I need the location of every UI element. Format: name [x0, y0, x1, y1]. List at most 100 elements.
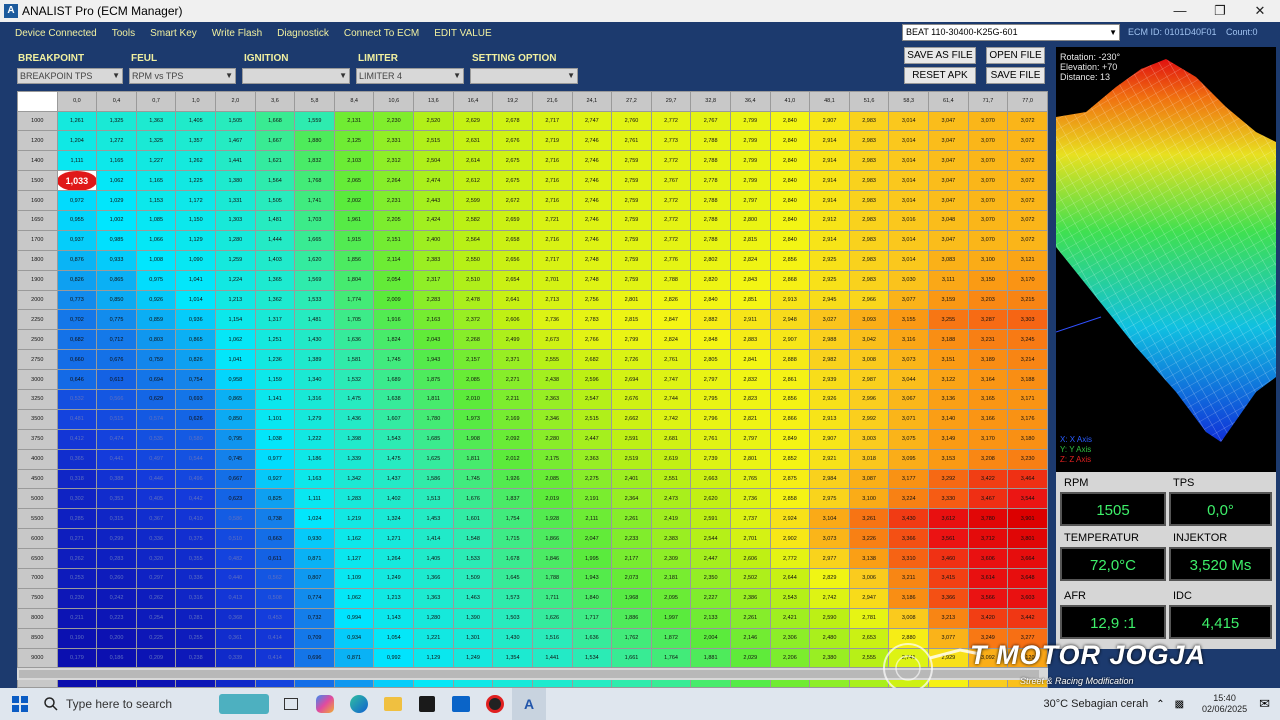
map-cell[interactable]: 2,227: [690, 587, 731, 609]
map-cell[interactable]: 2,283: [413, 289, 454, 311]
map-cell[interactable]: 0,663: [254, 528, 296, 550]
map-cell[interactable]: 1,745: [452, 468, 494, 490]
map-cell[interactable]: 2,888: [769, 349, 811, 371]
map-cell[interactable]: 3,467: [967, 488, 1009, 510]
map-cell[interactable]: 1,363: [413, 587, 454, 609]
map-cell[interactable]: 0,930: [294, 528, 335, 550]
map-cell[interactable]: 2,095: [650, 587, 692, 609]
taskbar-search[interactable]: Type here to search: [44, 688, 214, 720]
map-cell[interactable]: 2,424: [413, 209, 454, 231]
map-cell[interactable]: 2,157: [452, 349, 494, 371]
map-cell[interactable]: 3,093: [848, 309, 890, 331]
map-cell[interactable]: 1,029: [96, 190, 137, 211]
maximize-icon[interactable]: ❐: [1200, 0, 1240, 22]
map-cell[interactable]: 2,925: [809, 269, 850, 291]
map-cell[interactable]: 2,759: [611, 190, 652, 211]
map-cell[interactable]: 3,104: [809, 508, 850, 530]
map-cell[interactable]: 2,875: [769, 468, 811, 490]
map-cell[interactable]: 3,070: [967, 170, 1009, 192]
map-cell[interactable]: 2,438: [531, 369, 573, 390]
map-cell[interactable]: 2,543: [769, 587, 811, 609]
map-cell[interactable]: 0,992: [373, 647, 415, 669]
map-cell[interactable]: 1,154: [215, 309, 256, 331]
tray-chevron-icon[interactable]: ⌃: [1156, 699, 1164, 710]
map-cell[interactable]: 2,799: [729, 130, 771, 152]
map-cell[interactable]: 2,591: [611, 428, 652, 450]
map-cell[interactable]: 1,768: [294, 170, 335, 192]
map-cell[interactable]: 1,824: [373, 329, 415, 351]
map-cell[interactable]: 2,797: [690, 369, 731, 390]
map-cell[interactable]: 2,146: [729, 627, 771, 649]
map-cell[interactable]: 2,312: [373, 150, 415, 172]
map-cell[interactable]: 3,075: [888, 428, 930, 450]
map-cell[interactable]: 2,820: [690, 269, 731, 291]
map-cell[interactable]: 1,090: [175, 249, 217, 271]
map-cell[interactable]: 0,934: [333, 627, 375, 649]
map-cell[interactable]: 1,908: [452, 428, 494, 450]
map-cell[interactable]: 3,072: [1007, 190, 1048, 211]
map-cell[interactable]: 3,008: [848, 349, 890, 371]
network-icon[interactable]: ▩: [1175, 699, 1184, 710]
map-cell[interactable]: 3,044: [888, 369, 930, 390]
map-cell[interactable]: 1,331: [215, 190, 256, 211]
map-cell[interactable]: 1,303: [215, 209, 256, 231]
map-cell[interactable]: 0,580: [175, 428, 217, 450]
map-cell[interactable]: 3,208: [967, 448, 1009, 470]
map-cell[interactable]: 0,442: [175, 488, 217, 510]
map-cell[interactable]: 2,966: [848, 289, 890, 311]
map-cell[interactable]: 3,070: [967, 209, 1009, 231]
map-cell[interactable]: 3,224: [888, 488, 930, 510]
map-cell[interactable]: 2,772: [650, 209, 692, 231]
map-cell[interactable]: 3,072: [1007, 209, 1048, 231]
map-cell[interactable]: 1,008: [135, 249, 177, 271]
map-cell[interactable]: 2,840: [769, 150, 811, 172]
map-cell[interactable]: 2,983: [848, 229, 890, 251]
map-cell[interactable]: 2,788: [690, 209, 731, 231]
map-cell[interactable]: 2,599: [452, 190, 494, 211]
map-cell[interactable]: 3,072: [1007, 130, 1048, 152]
map-cell[interactable]: 2,564: [452, 229, 494, 251]
map-cell[interactable]: 1,780: [413, 408, 454, 430]
map-cell[interactable]: 2,271: [492, 369, 533, 390]
map-cell[interactable]: 0,859: [135, 309, 177, 331]
map-cell[interactable]: 1,586: [413, 468, 454, 490]
map-cell[interactable]: 1,453: [413, 508, 454, 530]
map-cell[interactable]: 2,913: [809, 408, 850, 430]
map-cell[interactable]: 3,003: [848, 428, 890, 450]
map-cell[interactable]: 2,766: [571, 329, 613, 351]
map-cell[interactable]: 2,555: [531, 349, 573, 371]
map-cell[interactable]: 2,550: [452, 249, 494, 271]
map-cell[interactable]: 1,165: [96, 150, 137, 172]
map-cell[interactable]: 1,665: [294, 229, 335, 251]
map-cell[interactable]: 2,502: [729, 567, 771, 589]
map-cell[interactable]: 2,606: [729, 548, 771, 569]
map-cell[interactable]: 1,441: [531, 647, 573, 669]
map-cell[interactable]: 1,162: [333, 528, 375, 550]
map-cell[interactable]: 2,206: [769, 647, 811, 669]
map-cell[interactable]: 0,339: [215, 647, 256, 669]
map-cell[interactable]: 0,660: [56, 349, 98, 371]
map-cell[interactable]: 2,823: [729, 388, 771, 410]
map-cell[interactable]: 0,260: [96, 567, 137, 589]
map-cell[interactable]: 1,225: [175, 170, 217, 192]
map-cell[interactable]: 2,682: [571, 349, 613, 371]
map-cell[interactable]: 0,933: [96, 249, 137, 271]
map-cell[interactable]: 1,678: [492, 548, 533, 569]
map-cell[interactable]: 3,016: [888, 209, 930, 231]
map-cell[interactable]: 1,661: [611, 647, 652, 669]
map-cell[interactable]: 2,694: [611, 369, 652, 390]
map-cell[interactable]: 2,641: [492, 289, 533, 311]
map-cell[interactable]: 1,636: [333, 329, 375, 351]
menu-write-flash[interactable]: Write Flash: [212, 28, 262, 39]
map-cell[interactable]: 3,047: [928, 190, 969, 211]
map-cell[interactable]: 0,667: [215, 468, 256, 490]
map-cell[interactable]: 2,331: [373, 130, 415, 152]
map-cell[interactable]: 2,840: [769, 110, 811, 132]
map-cell[interactable]: 0,262: [56, 548, 98, 569]
map-cell[interactable]: 2,788: [690, 190, 731, 211]
map-cell[interactable]: 2,582: [452, 209, 494, 231]
map-cell[interactable]: 2,717: [531, 249, 573, 271]
map-cell[interactable]: 0,297: [135, 567, 177, 589]
map-cell[interactable]: 0,262: [135, 587, 177, 609]
map-cell[interactable]: 2,776: [650, 249, 692, 271]
